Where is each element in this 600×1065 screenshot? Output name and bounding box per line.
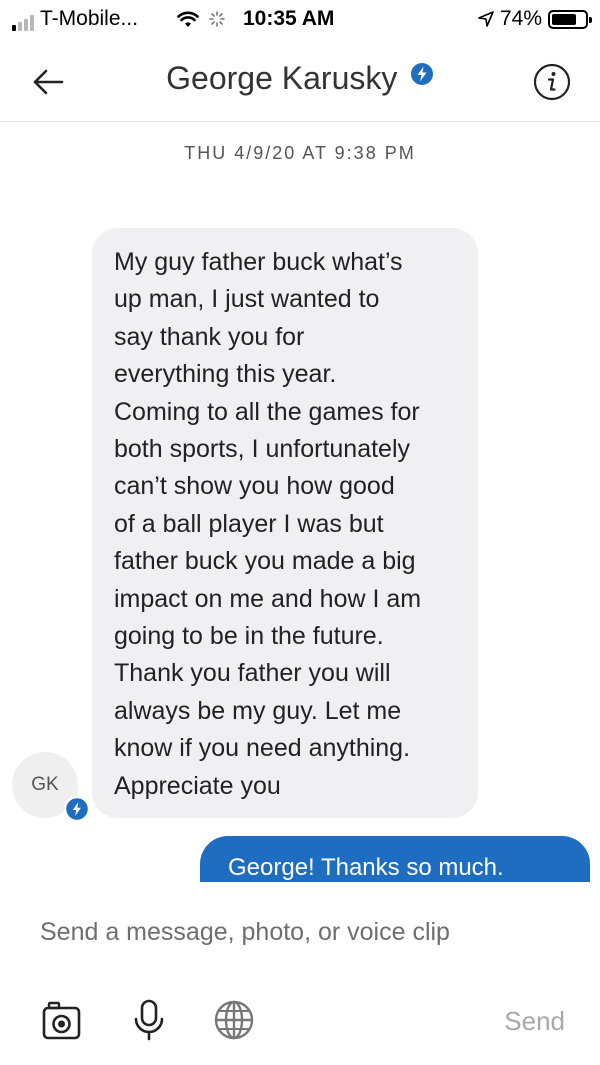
incoming-message-bubble[interactable]: My guy father buck what’s up man, I just…	[92, 228, 478, 818]
battery-fill	[552, 13, 576, 25]
outgoing-message-clip: George! Thanks so much.	[200, 836, 590, 882]
camera-icon	[42, 1001, 81, 1040]
clock: 10:35 AM	[243, 7, 335, 30]
avatar-initials: GK	[31, 774, 59, 795]
gif-search-button[interactable]	[212, 998, 256, 1042]
status-center: 10:35 AM	[177, 7, 334, 31]
info-button[interactable]	[532, 62, 572, 102]
incoming-message-text: My guy father buck what’s up man, I just…	[114, 248, 422, 800]
battery-percent: 74%	[499, 7, 542, 30]
voice-clip-button[interactable]	[127, 998, 171, 1042]
conversation-header: George Karusky	[0, 40, 600, 122]
verified-badge-icon	[410, 62, 434, 91]
status-bar: T-Mobile... 10:35 AM 74%	[0, 0, 600, 40]
location-arrow-icon	[478, 11, 494, 27]
carrier-name: T-Mobile...	[40, 7, 139, 30]
compose-toolbar: Send	[0, 990, 600, 1060]
outgoing-message-text: George! Thanks so much.	[228, 854, 504, 881]
carrier-group: T-Mobile...	[12, 7, 138, 31]
battery-icon	[548, 9, 592, 29]
status-right: 74%	[478, 7, 592, 31]
globe-icon	[214, 1000, 254, 1040]
signal-strength-icon	[12, 15, 34, 31]
wifi-icon	[177, 11, 199, 27]
avatar[interactable]: GK	[12, 752, 91, 823]
message-input[interactable]: Send a message, photo, or voice clip	[40, 918, 450, 947]
contact-name: George Karusky	[166, 60, 398, 96]
camera-button[interactable]	[40, 998, 84, 1042]
send-button[interactable]: Send	[504, 1006, 565, 1037]
microphone-icon	[134, 999, 164, 1041]
outgoing-message-bubble[interactable]: George! Thanks so much.	[200, 836, 590, 882]
message-timestamp: THU 4/9/20 AT 9:38 PM	[184, 143, 416, 163]
battery-tip	[589, 16, 592, 23]
loading-spinner-icon	[209, 11, 225, 27]
avatar-verified-badge-icon	[63, 795, 91, 827]
info-icon	[533, 63, 571, 101]
title-wrap: George Karusky	[0, 60, 600, 97]
